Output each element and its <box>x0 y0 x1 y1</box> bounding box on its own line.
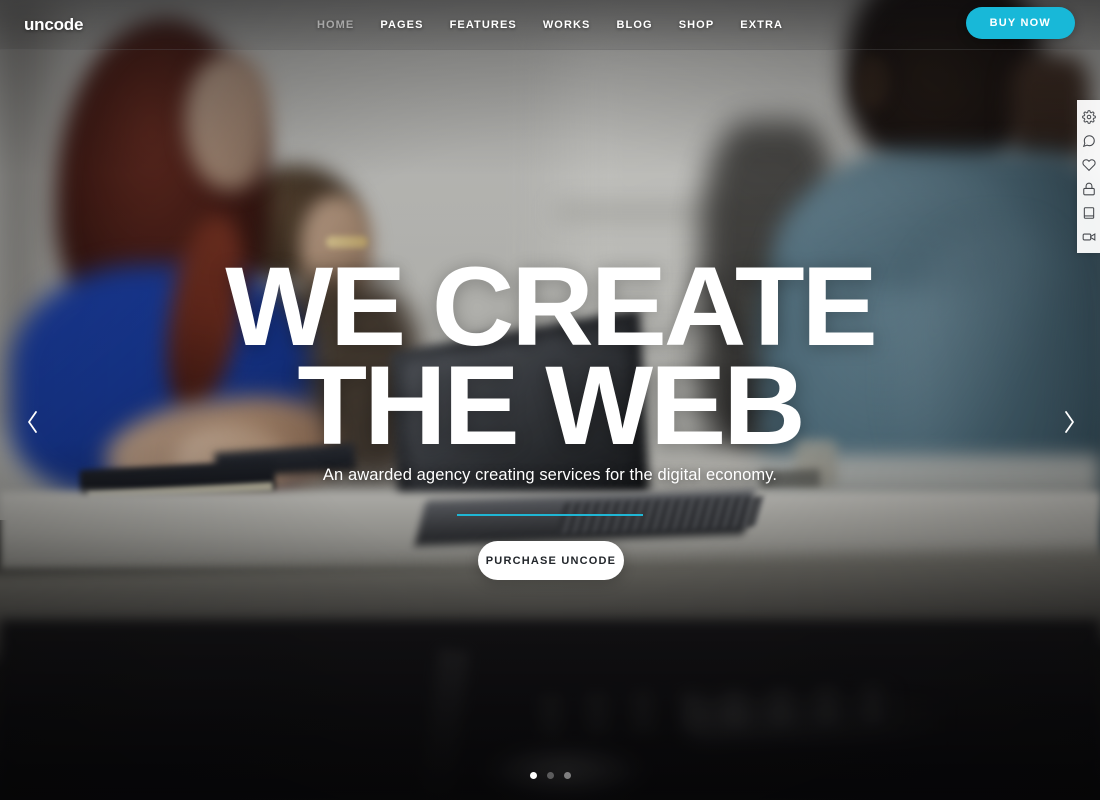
nav-item-extra[interactable]: EXTRA <box>727 17 796 33</box>
heart-icon[interactable] <box>1081 157 1096 172</box>
main-navigation: HOME PAGES FEATURES WORKS BLOG SHOP EXTR… <box>0 17 1100 33</box>
comment-icon[interactable] <box>1081 133 1096 148</box>
hero-slider <box>0 0 1100 800</box>
slider-next-arrow[interactable] <box>1052 405 1086 439</box>
side-icon-rail <box>1077 100 1100 253</box>
purchase-uncode-button[interactable]: PURCHASE UNCODE <box>478 541 624 580</box>
slider-dot-3[interactable] <box>563 772 571 779</box>
book-icon[interactable] <box>1081 205 1096 220</box>
video-camera-icon[interactable] <box>1081 229 1096 244</box>
nav-item-features[interactable]: FEATURES <box>437 17 530 33</box>
nav-item-blog[interactable]: BLOG <box>604 17 666 33</box>
slider-dot-1[interactable] <box>529 772 537 779</box>
site-header: uncode HOME PAGES FEATURES WORKS BLOG SH… <box>0 0 1100 50</box>
hero-overlay-vignette <box>0 0 1100 800</box>
nav-item-pages[interactable]: PAGES <box>367 17 436 33</box>
lock-icon[interactable] <box>1081 181 1096 196</box>
buy-now-button[interactable]: BUY NOW <box>965 7 1075 39</box>
slider-prev-arrow[interactable] <box>16 405 50 439</box>
slider-dot-2[interactable] <box>546 772 554 779</box>
gear-icon[interactable] <box>1081 109 1096 124</box>
slider-pagination <box>0 772 1100 779</box>
nav-item-home[interactable]: HOME <box>304 17 367 33</box>
nav-item-shop[interactable]: SHOP <box>666 17 728 33</box>
nav-item-works[interactable]: WORKS <box>530 17 604 33</box>
